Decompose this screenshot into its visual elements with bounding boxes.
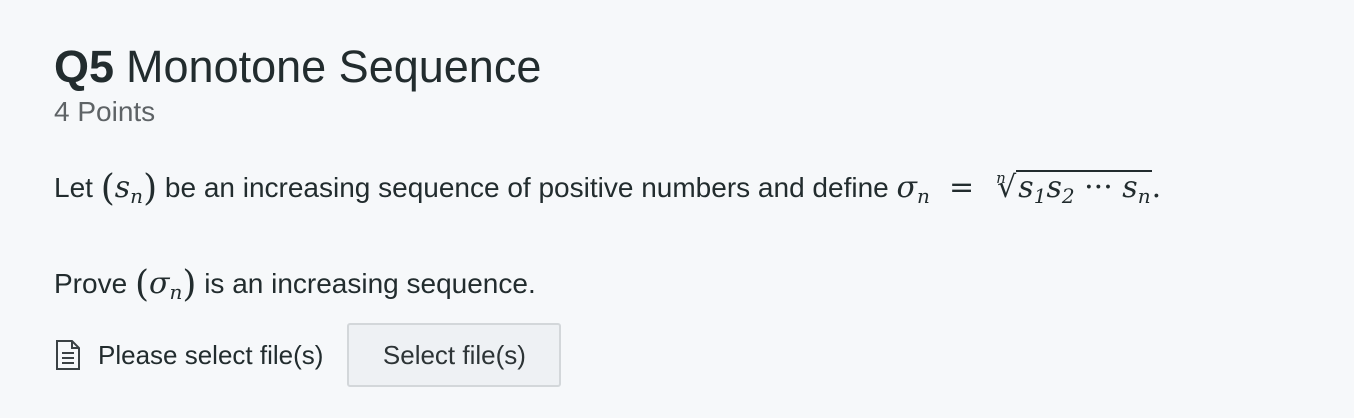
math-sigma-n: (σn) [134,264,197,305]
question-points: 4 Points [54,96,156,127]
prompt-prove: Prove [54,268,128,299]
select-files-button[interactable]: Select file(s) [347,323,562,387]
math-s-n: (sn) [100,168,158,209]
prompt-definition-text: be an increasing sequence of positive nu… [164,172,889,203]
question-header: Q5 Monotone Sequence 4 Points [54,38,1334,130]
question-title-text: Monotone Sequence [126,41,542,92]
file-text-icon [54,339,82,371]
question-title: Q5 Monotone Sequence [54,38,1334,96]
nth-root: n √s1s2 ··· sn [996,169,1152,208]
prompt-conclusion-text: is an increasing sequence. [204,268,536,299]
question-number: Q5 [54,41,115,92]
math-sigma-definition: σn = n √s1s2 ··· sn. [896,169,1162,208]
prompt-line-1: Let (sn) be an increasing sequence of po… [54,168,1161,209]
prompt-let: Let [54,172,93,203]
file-upload-row: Please select file(s) Select file(s) [54,323,562,387]
upload-status-label: Please select file(s) [98,339,324,370]
prompt-line-2: Prove (σn) is an increasing sequence. [54,264,536,305]
